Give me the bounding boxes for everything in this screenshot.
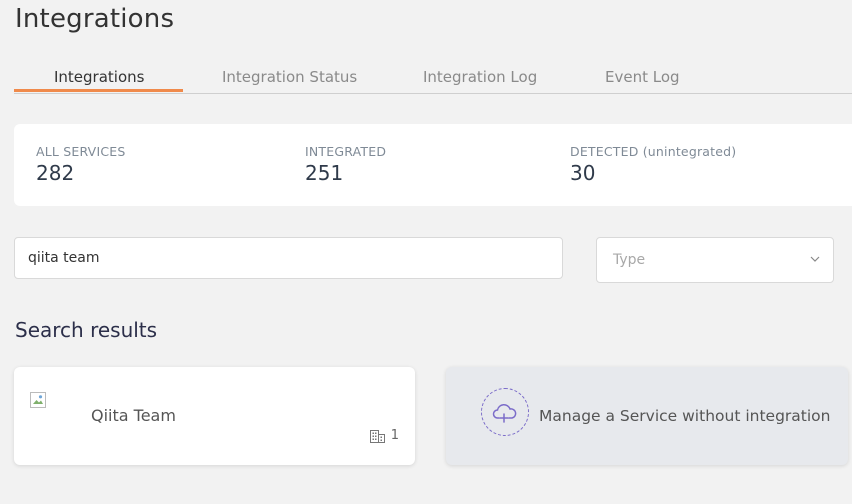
stat-integrated: INTEGRATED 251 (305, 144, 386, 185)
page-title: Integrations (15, 4, 175, 34)
type-select[interactable]: Type (596, 237, 834, 283)
manage-service-label: Manage a Service without integration (539, 407, 831, 425)
search-results-title: Search results (15, 318, 158, 342)
active-tab-indicator (14, 89, 183, 92)
stat-label: ALL SERVICES (36, 144, 126, 159)
stat-value: 30 (570, 161, 596, 185)
broken-image-icon (30, 392, 46, 408)
tab-integration-status[interactable]: Integration Status (222, 68, 357, 86)
cloud-plus-icon (492, 403, 517, 423)
stats-card: ALL SERVICES 282 INTEGRATED 251 DETECTED… (14, 124, 852, 206)
tab-integration-log[interactable]: Integration Log (423, 68, 537, 86)
tab-integrations[interactable]: Integrations (54, 68, 144, 86)
building-icon (369, 429, 385, 443)
stat-label: INTEGRATED (305, 144, 387, 159)
manage-service-button[interactable]: Manage a Service without integration (446, 367, 848, 465)
stat-value: 282 (36, 161, 75, 185)
type-select-placeholder: Type (613, 252, 646, 268)
stat-label: DETECTED (unintegrated) (570, 144, 737, 159)
tab-bar: Integrations Integration Status Integrat… (14, 66, 852, 94)
stat-value: 251 (305, 161, 344, 185)
stat-detected: DETECTED (unintegrated) 30 (570, 144, 736, 185)
org-count: 1 (369, 428, 399, 443)
tab-event-log[interactable]: Event Log (605, 68, 680, 86)
chevron-down-icon (810, 256, 820, 262)
search-input[interactable] (14, 237, 563, 279)
org-count-value: 1 (390, 428, 399, 443)
cloud-plus-badge (481, 388, 529, 436)
service-card-qiita-team[interactable]: Qiita Team 1 (14, 367, 415, 465)
stat-all-services: ALL SERVICES 282 (36, 144, 126, 185)
service-name: Qiita Team (91, 406, 176, 425)
